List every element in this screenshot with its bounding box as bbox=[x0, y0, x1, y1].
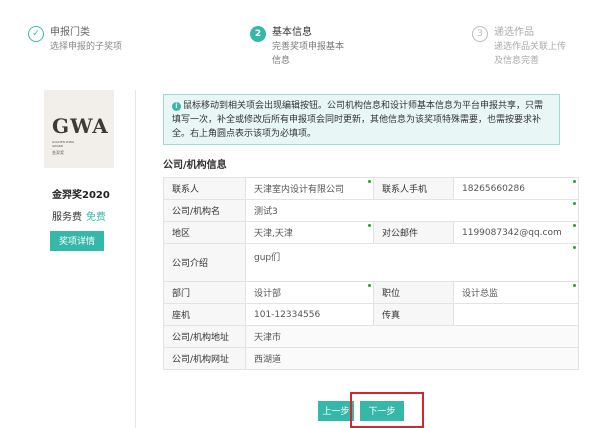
notice-text: 鼠标移动到相关项会出现编辑按钮。公司机构信息和设计师基本信息为平台申报共享，只需… bbox=[172, 101, 544, 139]
step-desc: 完善奖项申报基本 bbox=[272, 42, 345, 52]
step-desc: 选择申报的子奖项 bbox=[50, 42, 123, 52]
award-name: 金羿奖2020 bbox=[52, 190, 110, 201]
step-number-icon: 3 bbox=[472, 26, 488, 42]
position-field[interactable]: 设计总监 bbox=[453, 281, 579, 304]
highlight-box bbox=[350, 392, 424, 428]
required-dot bbox=[573, 284, 576, 287]
field-label: 对公邮件 bbox=[373, 221, 454, 244]
step-works[interactable]: 3 递选作品 递选作品关联上传 及信息完善 bbox=[472, 26, 566, 68]
company-form: 联系人 天津室内设计有限公司 联系人手机 18265660286 公司/机构名 … bbox=[163, 177, 579, 370]
field-label: 联系人手机 bbox=[373, 177, 454, 200]
org-name-field[interactable]: 测试3 bbox=[245, 199, 579, 222]
form-row: 联系人 天津室内设计有限公司 联系人手机 18265660286 bbox=[163, 177, 579, 200]
field-label: 公司介绍 bbox=[163, 243, 246, 282]
field-label: 座机 bbox=[163, 303, 246, 326]
required-dot bbox=[573, 246, 576, 249]
required-dot bbox=[573, 224, 576, 227]
required-dot bbox=[368, 180, 371, 183]
required-dot bbox=[368, 284, 371, 287]
fax-field[interactable] bbox=[453, 303, 579, 326]
required-dot bbox=[573, 180, 576, 183]
fee-value: 免费 bbox=[86, 212, 106, 223]
phone-field[interactable]: 18265660286 bbox=[453, 177, 579, 200]
field-label: 职位 bbox=[373, 281, 454, 304]
info-icon: i bbox=[172, 102, 181, 111]
logo-text: GWA bbox=[52, 114, 109, 138]
notice-box: i 鼠标移动到相关项会出现编辑按钮。公司机构信息和设计师基本信息为平台申报共享，只… bbox=[163, 94, 560, 145]
check-icon: ✓ bbox=[28, 26, 44, 42]
step-title: 基本信息 bbox=[272, 27, 312, 38]
website-field[interactable]: 西湖道 bbox=[245, 347, 579, 370]
step-title: 申报门类 bbox=[50, 27, 90, 38]
form-row: 公司/机构网址 西湖道 bbox=[163, 347, 579, 370]
award-logo: GWA GOLDEN WING AWARD 金羿奖 bbox=[44, 90, 114, 168]
intro-field[interactable]: gup们 bbox=[245, 243, 579, 282]
field-label: 公司/机构网址 bbox=[163, 347, 246, 370]
step-basic-info[interactable]: 2 基本信息 完善奖项申报基本 信息 bbox=[250, 26, 344, 68]
award-detail-button[interactable]: 奖项详情 bbox=[50, 231, 104, 251]
address-field[interactable]: 天津市 bbox=[245, 325, 579, 348]
step-category[interactable]: ✓ 申报门类 选择申报的子奖项 bbox=[28, 26, 122, 54]
form-row: 座机 101-12334556 传真 bbox=[163, 303, 579, 326]
divider bbox=[135, 90, 136, 428]
field-label: 部门 bbox=[163, 281, 246, 304]
form-row: 公司/机构地址 天津市 bbox=[163, 325, 579, 348]
award-panel: GWA GOLDEN WING AWARD 金羿奖 金羿奖2020 服务费 免费 奖… bbox=[40, 90, 120, 251]
logo-subtext: GOLDEN WING AWARD bbox=[52, 140, 75, 148]
section-title: 公司/机构信息 bbox=[163, 160, 227, 171]
field-label: 地区 bbox=[163, 221, 246, 244]
required-dot bbox=[368, 224, 371, 227]
contact-field[interactable]: 天津室内设计有限公司 bbox=[245, 177, 374, 200]
field-label: 公司/机构地址 bbox=[163, 325, 246, 348]
region-field[interactable]: 天津,天津 bbox=[245, 221, 374, 244]
service-fee: 服务费 免费 bbox=[52, 212, 106, 223]
step-desc: 及信息完善 bbox=[494, 56, 540, 66]
steps-bar: ✓ 申报门类 选择申报的子奖项 2 基本信息 完善奖项申报基本 信息 3 递选作… bbox=[0, 0, 600, 80]
prev-step-button[interactable]: 上一步 bbox=[318, 401, 354, 421]
step-desc: 递选作品关联上传 bbox=[494, 42, 567, 52]
logo-cn-text: 金羿奖 bbox=[52, 150, 64, 155]
field-label: 公司/机构名 bbox=[163, 199, 246, 222]
department-field[interactable]: 设计部 bbox=[245, 281, 374, 304]
step-number-icon: 2 bbox=[250, 26, 266, 42]
email-field[interactable]: 1199087342@qq.com bbox=[453, 221, 579, 244]
form-row: 地区 天津,天津 对公邮件 1199087342@qq.com bbox=[163, 221, 579, 244]
step-title: 递选作品 bbox=[494, 27, 534, 38]
field-label: 联系人 bbox=[163, 177, 246, 200]
required-dot bbox=[573, 202, 576, 205]
form-row: 公司介绍 gup们 bbox=[163, 243, 579, 282]
field-label: 传真 bbox=[373, 303, 454, 326]
form-row: 公司/机构名 测试3 bbox=[163, 199, 579, 222]
landline-field[interactable]: 101-12334556 bbox=[245, 303, 374, 326]
form-row: 部门 设计部 职位 设计总监 bbox=[163, 281, 579, 304]
step-desc: 信息 bbox=[272, 56, 291, 66]
